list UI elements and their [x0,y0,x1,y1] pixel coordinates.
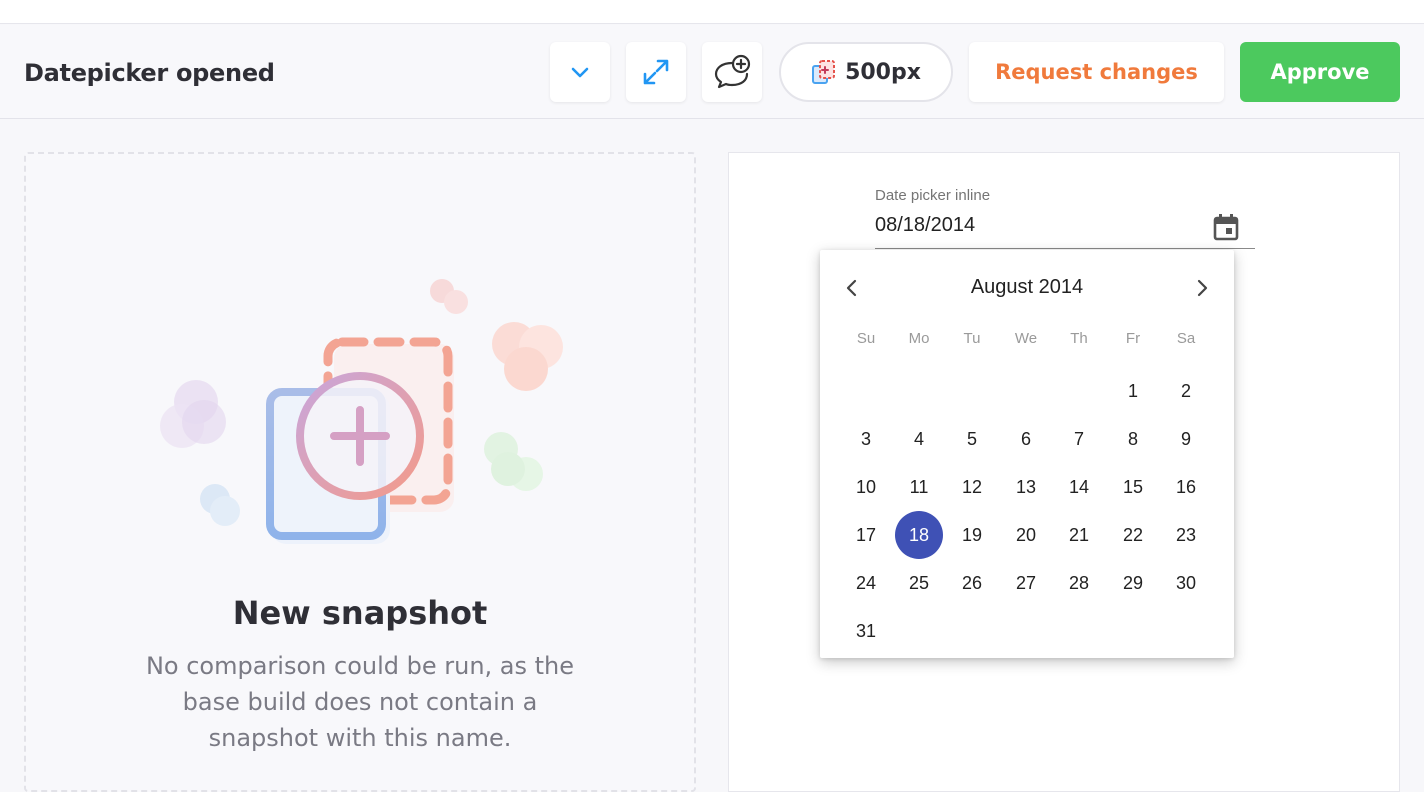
calendar-day[interactable]: 28 [1055,559,1103,607]
calendar-day[interactable]: 29 [1109,559,1157,607]
calendar-day[interactable]: 30 [1162,559,1210,607]
date-field[interactable]: 08/18/2014 [875,211,1255,249]
chevron-down-icon [571,67,589,78]
new-snapshot-description: No comparison could be run, as the base … [145,652,575,752]
calendar-day[interactable]: 22 [1109,511,1157,559]
weekday-header: Fr [1125,330,1141,347]
calendar-day[interactable]: 17 [842,511,890,559]
snapshot-title: Datepicker opened [24,59,275,87]
expand-icon [643,59,669,85]
width-selector[interactable]: 500px [779,42,953,102]
fullscreen-button[interactable] [626,42,686,102]
calendar-day[interactable]: 20 [1002,511,1050,559]
calendar-day[interactable]: 27 [1002,559,1050,607]
calendar-icon[interactable] [1213,213,1239,241]
calendar-day[interactable]: 11 [895,463,943,511]
calendar-day[interactable]: 12 [948,463,996,511]
calendar-day[interactable]: 21 [1055,511,1103,559]
base-snapshot-panel: New snapshot No comparison could be run,… [24,152,696,792]
calendar-day[interactable]: 8 [1109,415,1157,463]
collapse-button[interactable] [550,42,610,102]
calendar-day[interactable]: 15 [1109,463,1157,511]
next-month-icon[interactable] [1190,276,1214,300]
month-label: August 2014 [970,276,1084,298]
review-header: Datepicker opened 500px Request changes … [0,25,1424,119]
date-field-label: Date picker inline [875,187,991,204]
weekday-header: Th [1070,330,1088,347]
calendar-day[interactable]: 13 [1002,463,1050,511]
calendar-day[interactable]: 1 [1109,367,1157,415]
add-comment-button[interactable] [702,42,762,102]
calendar-day[interactable]: 14 [1055,463,1103,511]
calendar-day[interactable]: 9 [1162,415,1210,463]
datepicker-popup: August 2014 Su Mo Tu We Th Fr Sa 1 2 3 4 5 6 7 8 9 10 11 1… [820,250,1234,658]
snapshot-width-icon [812,60,836,84]
new-snapshot-title: New snapshot [232,594,488,632]
calendar-day[interactable]: 7 [1055,415,1103,463]
calendar-day[interactable]: 10 [842,463,890,511]
calendar-day[interactable]: 25 [895,559,943,607]
calendar-day[interactable]: 23 [1162,511,1210,559]
weekday-header: Sa [1176,330,1196,347]
calendar-day[interactable]: 4 [895,415,943,463]
calendar-day[interactable]: 5 [948,415,996,463]
width-label: 500px [845,59,921,85]
weekday-header: Mo [908,330,930,347]
new-snapshot-illustration [160,279,563,544]
calendar-day[interactable]: 26 [948,559,996,607]
calendar-day[interactable]: 3 [842,415,890,463]
calendar-day[interactable]: 24 [842,559,890,607]
selected-day[interactable]: 18 [895,511,943,559]
request-changes-button[interactable]: Request changes [969,42,1224,102]
calendar-day[interactable]: 6 [1002,415,1050,463]
weekday-header: Su [856,330,876,347]
calendar-day[interactable]: 19 [948,511,996,559]
date-field-value: 08/18/2014 [875,214,976,236]
weekday-header: We [1014,330,1038,347]
calendar-day[interactable]: 16 [1162,463,1210,511]
approve-button[interactable]: Approve [1240,42,1400,102]
calendar-day[interactable]: 31 [842,607,890,655]
calendar-day[interactable]: 2 [1162,367,1210,415]
comment-add-icon [714,54,751,89]
weekday-header: Tu [963,330,981,347]
top-strip [0,0,1424,24]
